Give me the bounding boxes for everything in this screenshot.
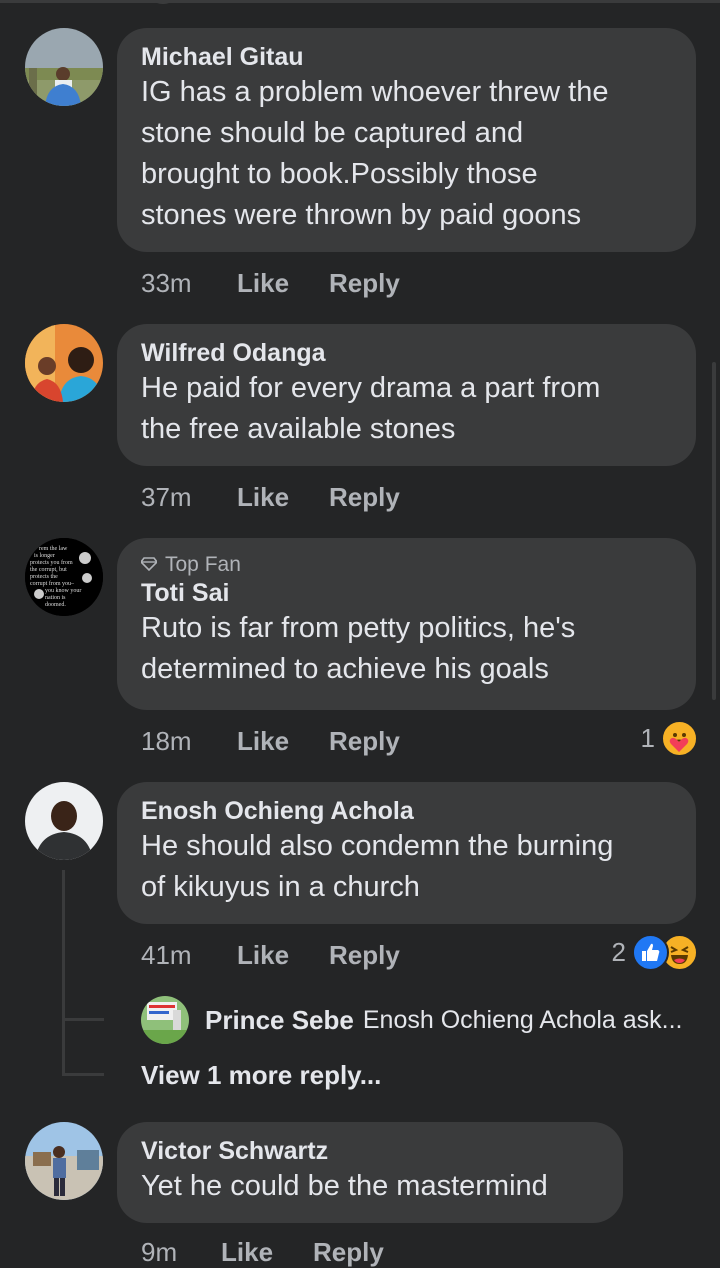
avatar[interactable] (25, 782, 103, 860)
comment-text: of kikuyus in a church (141, 871, 420, 903)
comment-bubble[interactable]: Wilfred Odanga He paid for every drama a… (117, 324, 696, 466)
reaction-count: 1 (640, 723, 655, 753)
comment-author[interactable]: Enosh Ochieng Achola (141, 796, 672, 826)
comment-bubble[interactable]: Michael Gitau IG has a problem whoever t… (117, 28, 696, 252)
comment-author[interactable]: Victor Schwartz (141, 1136, 599, 1166)
thread-line (62, 870, 65, 1076)
comment-text: stone should be captured and (141, 117, 524, 149)
comment-bubble[interactable]: Victor Schwartz Yet he could be the mast… (117, 1122, 623, 1223)
avatar-quote-text: doomed. (45, 602, 66, 608)
comment-actions: 18m Like Reply (141, 726, 400, 757)
avatar-quote-text: the corrupt, but (30, 567, 67, 573)
comment-actions: 41m Like Reply (141, 940, 400, 971)
avatar-quote-text: nation is (45, 595, 66, 601)
thread-line (62, 1073, 104, 1076)
timestamp[interactable]: 9m (141, 1237, 221, 1268)
timestamp[interactable]: 33m (141, 268, 237, 299)
reply-button[interactable]: Reply (313, 1237, 384, 1268)
top-divider (0, 0, 720, 3)
badge-label: Top Fan (165, 553, 241, 576)
comment-actions: 37m Like Reply (141, 482, 400, 513)
avatar[interactable]: rem the law is longer protects you from … (25, 538, 103, 616)
comment-text: the free available stones (141, 413, 456, 445)
care-icon (661, 720, 698, 757)
like-button[interactable]: Like (221, 1237, 313, 1268)
comment-bubble[interactable]: Enosh Ochieng Achola He should also cond… (117, 782, 696, 924)
reply-text: Enosh Ochieng Achola ask... (362, 1005, 683, 1034)
avatar-quote-text: protects you from (30, 559, 73, 566)
reply-button[interactable]: Reply (329, 482, 400, 513)
comment-author[interactable]: Wilfred Odanga (141, 338, 672, 368)
comment-text: Yet he could be the mastermind (141, 1170, 548, 1202)
like-button[interactable]: Like (237, 482, 329, 513)
reaction-summary[interactable]: 1 (641, 720, 698, 757)
timestamp[interactable]: 18m (141, 726, 237, 757)
comment-actions: 9m Like Reply (141, 1237, 384, 1268)
reply-preview[interactable]: Prince Sebe Enosh Ochieng Achola ask... (141, 996, 683, 1044)
avatar[interactable] (25, 324, 103, 402)
avatar[interactable] (141, 996, 189, 1044)
comment-text: He paid for every drama a part from (141, 372, 601, 404)
comment-text: stones were thrown by paid goons (141, 199, 582, 231)
diamond-icon (139, 552, 159, 578)
like-button[interactable]: Like (237, 268, 329, 299)
reaction-count: 2 (611, 937, 626, 967)
avatar-quote-text: is longer (34, 553, 55, 559)
avatar-quote-text: corrupt from you– (30, 580, 75, 587)
reply-button[interactable]: Reply (329, 940, 400, 971)
comment-bubble[interactable]: Top Fan Toti Sai Ruto is far from petty … (117, 538, 696, 710)
comment-text: determined to achieve his goals (141, 653, 549, 685)
scrollbar[interactable] (712, 362, 716, 700)
timestamp[interactable]: 37m (141, 482, 237, 513)
avatar[interactable] (25, 28, 103, 106)
like-button[interactable]: Like (237, 726, 329, 757)
timestamp[interactable]: 41m (141, 940, 237, 971)
comment-text: brought to book.Possibly those (141, 158, 538, 190)
reply-button[interactable]: Reply (329, 268, 400, 299)
like-button[interactable]: Like (237, 940, 329, 971)
comment-text: Ruto is far from petty politics, he's (141, 612, 576, 644)
comment-text: He should also condemn the burning (141, 830, 614, 862)
comment-text: IG has a problem whoever threw the (141, 76, 609, 108)
top-fan-badge[interactable]: Top Fan (139, 552, 672, 578)
avatar-quote-text: rem the law (39, 546, 68, 552)
reaction-summary[interactable]: 2 (612, 934, 698, 971)
like-icon (632, 934, 669, 971)
view-more-replies[interactable]: View 1 more reply... (141, 1060, 381, 1091)
avatar[interactable] (25, 1122, 103, 1200)
comment-author[interactable]: Michael Gitau (141, 42, 672, 72)
avatar-quote-text: you know your (45, 588, 81, 594)
comment-author[interactable]: Toti Sai (141, 578, 672, 608)
avatar-quote-text: protects the (30, 574, 58, 580)
reply-author[interactable]: Prince Sebe (205, 1005, 354, 1036)
comment-actions: 33m Like Reply (141, 268, 400, 299)
reply-button[interactable]: Reply (329, 726, 400, 757)
thread-line (62, 1018, 104, 1021)
